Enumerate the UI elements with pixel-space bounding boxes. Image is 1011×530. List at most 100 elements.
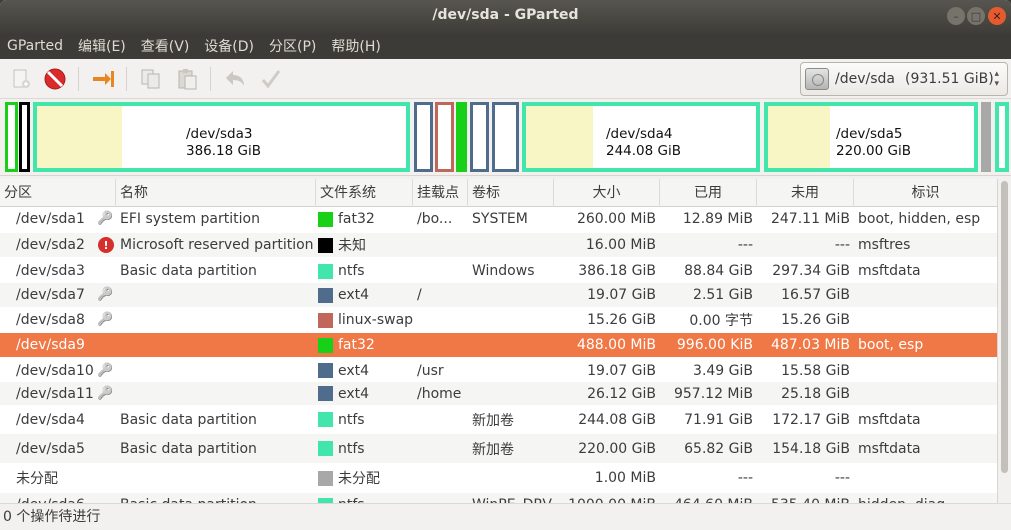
device-size: (931.51 GiB) — [904, 71, 994, 87]
cell-flags — [858, 463, 997, 493]
table-row[interactable]: /dev/sda10 ext4/usr 19.07 GiB 3.49 GiB 15.58… — [0, 359, 997, 382]
cell-used: 12.89 MiB — [660, 207, 757, 231]
partition-map: /dev/sda3 386.18 GiB /dev/sda4 244.08 Gi… — [0, 100, 1011, 176]
map-segment-sda4[interactable]: /dev/sda4 244.08 GiB — [522, 102, 760, 172]
new-partition-icon — [13, 69, 30, 88]
gparted-window: /dev/sda - GParted – □ ✕ GParted 编辑(E) 查… — [0, 0, 1011, 530]
cell-used: 957.12 MiB — [660, 382, 757, 405]
cell-label — [472, 463, 554, 493]
header-size[interactable]: 大小 — [554, 179, 660, 207]
cell-unused: 172.17 GiB — [757, 405, 854, 434]
table-row[interactable]: /dev/sda1 EFI system partition fat32/bo...… — [0, 207, 997, 231]
undo-button[interactable] — [222, 66, 248, 92]
cell-text: --- — [834, 470, 850, 486]
map-segment-sda2[interactable] — [19, 102, 30, 172]
cell-text: fat32 — [338, 211, 375, 227]
header-unused[interactable]: 未用 — [757, 179, 854, 207]
header-name[interactable]: 名称 — [116, 179, 316, 207]
cell-text: ntfs — [338, 440, 365, 457]
copy-button[interactable] — [138, 66, 164, 92]
filesystem-color-swatch — [318, 287, 333, 303]
delete-partition-button[interactable] — [42, 66, 68, 92]
menu-edit[interactable]: 编辑(E) — [78, 36, 126, 56]
cell-fs: fat32 — [318, 333, 413, 357]
cell-mount: /home — [417, 382, 468, 405]
cell-text: /dev/sda4 — [16, 411, 85, 428]
paste-button[interactable] — [174, 66, 200, 92]
table-row[interactable]: /dev/sda11 ext4/home 26.12 GiB 957.12 MiB 25… — [0, 382, 997, 405]
header-used[interactable]: 已用 — [660, 179, 757, 207]
cell-name — [120, 307, 316, 333]
table-row[interactable]: /dev/sda7 ext4 / 19.07 GiB 2.51 GiB 16.57 GiB… — [0, 283, 997, 307]
cell-text: --- — [834, 237, 850, 253]
new-partition-button[interactable] — [8, 66, 34, 92]
cell-label — [472, 283, 554, 307]
header-filesystem[interactable]: 文件系统 — [316, 179, 413, 207]
cell-mount — [417, 333, 468, 357]
close-button[interactable]: ✕ — [988, 7, 1006, 25]
cell-text: msftres — [858, 237, 911, 253]
map-segment-unallocated[interactable] — [981, 102, 991, 172]
maximize-button[interactable]: □ — [967, 7, 985, 25]
cell-partition: /dev/sda6 — [16, 493, 100, 503]
cell-mount — [417, 233, 468, 257]
map-label-size: 386.18 GiB — [186, 143, 262, 159]
map-segment-sda10[interactable] — [470, 102, 489, 172]
map-segment-sda8[interactable] — [435, 102, 454, 172]
map-segment-sda5[interactable]: /dev/sda5 220.00 GiB — [764, 102, 978, 172]
cell-fs: linux-swap — [318, 307, 413, 333]
map-segment-sda7[interactable] — [414, 102, 433, 172]
map-segment-sda3[interactable]: /dev/sda3 386.18 GiB — [33, 102, 410, 172]
cell-text: 386.18 GiB — [578, 263, 656, 279]
title-bar: /dev/sda - GParted – □ ✕ — [0, 0, 1011, 33]
table-row[interactable]: /dev/sda5 Basic data partition ntfs 新加卷 220.… — [0, 434, 997, 463]
resize-move-button[interactable] — [90, 66, 116, 92]
minimize-button[interactable]: – — [947, 7, 965, 25]
cell-label: 新加卷 — [472, 434, 554, 463]
cell-text: /bo... — [417, 211, 453, 227]
cell-name: Basic data partition — [120, 259, 316, 283]
menu-device[interactable]: 设备(D) — [204, 36, 254, 56]
table-row[interactable]: /dev/sda9 fat32 488.00 MiB 996.00 KiB 487.03… — [0, 333, 997, 357]
cell-text: 3.49 GiB — [693, 362, 753, 379]
cell-fs: ntfs — [318, 493, 413, 503]
cell-text: 297.34 GiB — [772, 263, 850, 279]
cell-mount — [417, 259, 468, 283]
cell-name — [120, 283, 316, 307]
cell-partition: /dev/sda3 — [16, 259, 100, 283]
table-row[interactable]: /dev/sda3 Basic data partition ntfs Windows… — [0, 259, 997, 283]
table-row[interactable]: /dev/sda2 Microsoft reserved partition 未知 1… — [0, 233, 997, 257]
menu-gparted[interactable]: GParted — [7, 38, 63, 54]
map-segment-sda11[interactable] — [492, 102, 519, 172]
map-segment-sda1[interactable] — [5, 102, 18, 172]
table-row[interactable]: /dev/sda8 linux-swap 15.26 GiB 0.00 字节 15.26… — [0, 307, 997, 333]
header-partition[interactable]: 分区 — [0, 179, 116, 207]
filesystem-color-swatch — [318, 441, 333, 456]
cell-partition: /dev/sda2 — [16, 233, 100, 257]
table-row[interactable]: /dev/sda6 Basic data partitionntfs WinPE_D… — [0, 493, 997, 503]
cell-text: 15.26 GiB — [781, 312, 850, 328]
cell-mount — [417, 463, 468, 493]
device-selector[interactable]: /dev/sda (931.51 GiB) ▴ ▾ — [800, 62, 1008, 96]
cell-used: --- — [660, 463, 757, 493]
apply-button[interactable] — [258, 66, 284, 92]
menu-help[interactable]: 帮助(H) — [331, 36, 380, 56]
cell-text: linux-swap — [338, 312, 413, 328]
header-flags[interactable]: 标识 — [854, 179, 997, 207]
table-row[interactable]: 未分配 未分配 1.00 MiB --- --- — [0, 463, 997, 493]
map-segment-sda6[interactable] — [995, 102, 1009, 172]
cell-unused: 297.34 GiB — [757, 259, 854, 283]
cell-mount — [417, 307, 468, 333]
header-label[interactable]: 卷标 — [468, 179, 554, 207]
header-mountpoint[interactable]: 挂载点 — [413, 179, 468, 207]
menu-view[interactable]: 查看(V) — [141, 36, 190, 56]
cell-text: /dev/sda3 — [16, 263, 85, 279]
table-scrollbar[interactable] — [997, 179, 1011, 503]
menu-partition[interactable]: 分区(P) — [269, 36, 316, 56]
scrollbar-thumb[interactable] — [1001, 181, 1008, 473]
cell-text: Windows — [472, 263, 535, 279]
cell-used: 65.82 GiB — [660, 434, 757, 463]
cell-size: 15.26 GiB — [554, 307, 660, 333]
map-segment-sda9[interactable] — [456, 102, 467, 172]
table-row[interactable]: /dev/sda4 Basic data partition ntfs 新加卷 244.… — [0, 405, 997, 434]
